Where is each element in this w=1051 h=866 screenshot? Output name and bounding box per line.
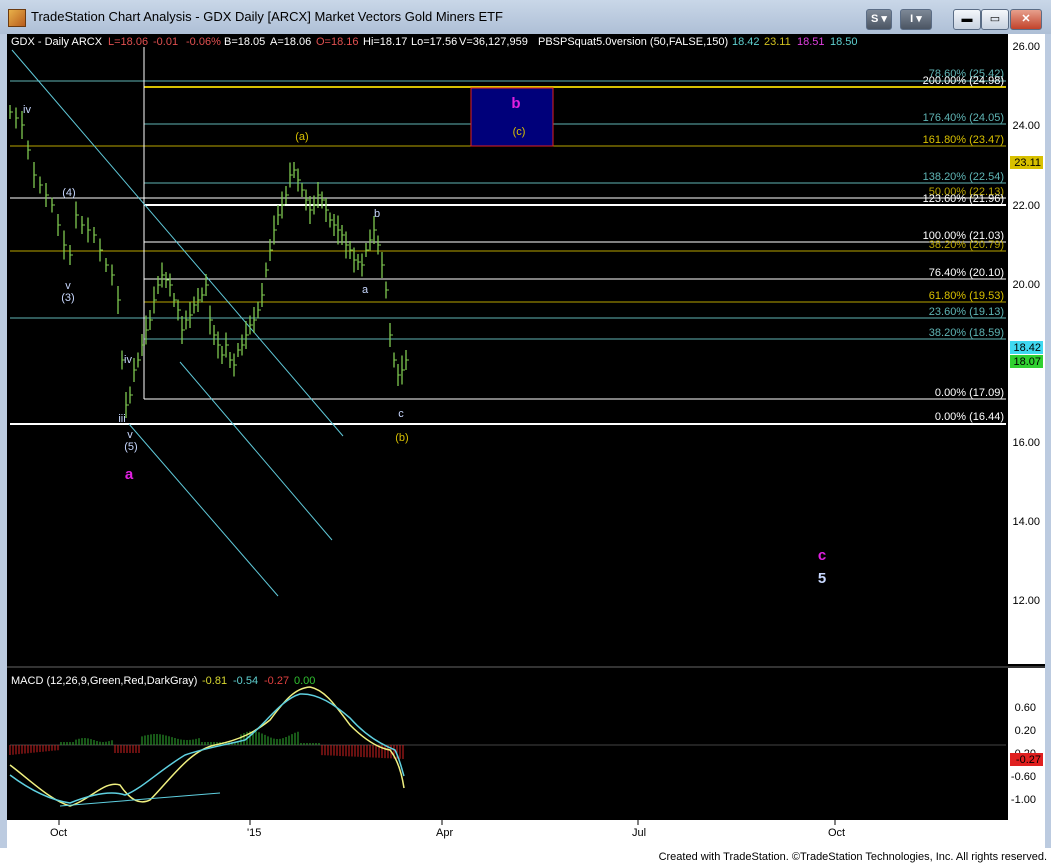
wave-label-iv-top: iv (23, 104, 31, 116)
time-label-apr: Apr (436, 827, 453, 839)
wave-label-iv-2: iv (124, 354, 132, 366)
wave-label-b-paren: (b) (395, 432, 408, 444)
macd-val3: -0.27 (264, 675, 289, 687)
channel-lower (128, 423, 279, 597)
wave-label-b-small: b (374, 208, 380, 220)
price-bars (9, 105, 409, 418)
wave-label-a-paren: (a) (295, 131, 308, 143)
wave-label-iii: iii (118, 413, 125, 425)
macd-line (9, 686, 405, 807)
macd-signal-line (9, 693, 405, 804)
window-right-border (1045, 34, 1051, 848)
chart-area[interactable]: GDX - Daily ARCX L=18.06 -0.01 -0.06% B=… (7, 34, 1045, 848)
header-symbol: GDX - Daily ARCX (11, 36, 103, 48)
wave-label-3: (3) (61, 292, 74, 304)
fib-label-1644: 0.00% (16.44) (935, 411, 1004, 423)
maximize-icon: ▭ (989, 13, 1001, 25)
price-tag-2311-text: 23.11 (1014, 157, 1041, 169)
fib-labels: 78.60% (25.42) 200.00% (24.98) 176.40% (… (923, 68, 1004, 423)
header-v1: 18.42 (732, 36, 760, 48)
price-tag-1807-text: 18.07 (1013, 356, 1041, 368)
maximize-button[interactable]: ▭ (981, 9, 1009, 30)
price-tick-14: 14.00 (1012, 516, 1040, 528)
fib-label-2079: 38.20% (20.79) (929, 239, 1004, 251)
fib-label-2498: 200.00% (24.98) (923, 75, 1004, 87)
i-menu-button[interactable]: I ▾ (900, 9, 932, 30)
wave-label-a-big: a (125, 466, 134, 483)
header-ask: A=18.06 (270, 36, 311, 48)
wave-label-b-big: b (511, 95, 520, 112)
macd-val2: -0.54 (233, 675, 258, 687)
fib-label-2010: 76.40% (20.10) (929, 267, 1004, 279)
window-title: TradeStation Chart Analysis - GDX Daily … (31, 9, 503, 24)
time-axis-bg (7, 820, 1045, 848)
price-tag-1842-text: 18.42 (1013, 342, 1041, 354)
time-label-oct: Oct (50, 827, 67, 839)
header-v2: 23.11 (764, 36, 791, 48)
macd-tick-n060: -0.60 (1011, 771, 1036, 783)
tradestation-app-icon (8, 9, 26, 27)
time-label-oct-2: Oct (828, 827, 845, 839)
wave-label-a-small: a (362, 284, 369, 296)
fib-label-2347: 161.80% (23.47) (923, 134, 1004, 146)
header-open: O=18.16 (316, 36, 359, 48)
macd-tick-n100: -1.00 (1011, 794, 1036, 806)
wave-label-v-small: v (65, 280, 71, 292)
fib-label-1859: 38.20% (18.59) (929, 327, 1004, 339)
price-tick-24: 24.00 (1012, 120, 1040, 132)
header-change: -0.01 (153, 36, 178, 48)
macd-label: MACD (12,26,9,Green,Red,DarkGray) (11, 675, 197, 687)
fib-label-2196: 123.60% (21.96) (923, 193, 1004, 205)
fib-label-1953: 61.80% (19.53) (929, 290, 1004, 302)
price-tick-16: 16.00 (1012, 437, 1040, 449)
channel-upper (11, 49, 344, 437)
macd-tick-020: 0.20 (1015, 725, 1036, 737)
fib-label-2405: 176.40% (24.05) (923, 112, 1004, 124)
s-button-label: S (871, 13, 879, 25)
header-pct: -0.06% (186, 36, 221, 48)
price-tick-12: 12.00 (1012, 595, 1040, 607)
wave-label-4: (4) (62, 187, 75, 199)
price-tick-22: 22.00 (1012, 200, 1040, 212)
close-button[interactable]: ✕ (1010, 9, 1042, 30)
macd-tag-text: -0.27 (1016, 754, 1041, 766)
macd-val4: 0.00 (294, 675, 315, 687)
minimize-button[interactable]: ▬ (953, 9, 981, 30)
title-bar: TradeStation Chart Analysis - GDX Daily … (0, 0, 1051, 35)
header-hi: Hi=18.17 (363, 36, 407, 48)
window-left-border (0, 34, 7, 848)
header-last: L=18.06 (108, 36, 148, 48)
header-vol: V=36,127,959 (459, 36, 528, 48)
header-v4: 18.50 (830, 36, 858, 48)
footer: Created with TradeStation. ©TradeStation… (0, 848, 1051, 866)
wave-label-5-big: 5 (818, 570, 826, 587)
s-menu-button[interactable]: S ▾ (866, 9, 892, 30)
time-label-jul: Jul (632, 827, 646, 839)
i-button-label: I (910, 13, 914, 25)
wave-labels: b (c) (a) iv (4) v (3) iv iii v (5) a b … (23, 95, 826, 587)
fib-label-2254: 138.20% (22.54) (923, 171, 1004, 183)
price-tick-26: 26.00 (1012, 41, 1040, 53)
wave-label-v-2: v (127, 429, 133, 441)
time-label-15: '15 (247, 827, 261, 839)
header-bid: B=18.05 (224, 36, 265, 48)
macd-tick-060: 0.60 (1015, 702, 1036, 714)
channel-mid (179, 361, 333, 541)
header-lo: Lo=17.56 (411, 36, 457, 48)
wave-label-c-paren: (c) (513, 126, 526, 138)
trend-channel-lines (11, 49, 344, 597)
price-chart-svg[interactable]: GDX - Daily ARCX L=18.06 -0.01 -0.06% B=… (7, 34, 1045, 848)
macd-val1: -0.81 (202, 675, 227, 687)
price-tick-20: 20.00 (1012, 279, 1040, 291)
header-study: PBSPSquat5.0version (50,FALSE,150) (538, 36, 728, 48)
wave-label-5: (5) (124, 441, 137, 453)
fib-label-1709: 0.00% (17.09) (935, 387, 1004, 399)
copyright-text: Created with TradeStation. ©TradeStation… (658, 851, 1047, 863)
header-v3: 18.51 (797, 36, 825, 48)
close-icon: ✕ (1021, 13, 1031, 25)
wave-label-c-big: c (818, 547, 826, 564)
wave-label-c-small: c (398, 408, 404, 420)
minimize-icon: ▬ (961, 13, 973, 25)
fib-label-1913: 23.60% (19.13) (929, 306, 1004, 318)
